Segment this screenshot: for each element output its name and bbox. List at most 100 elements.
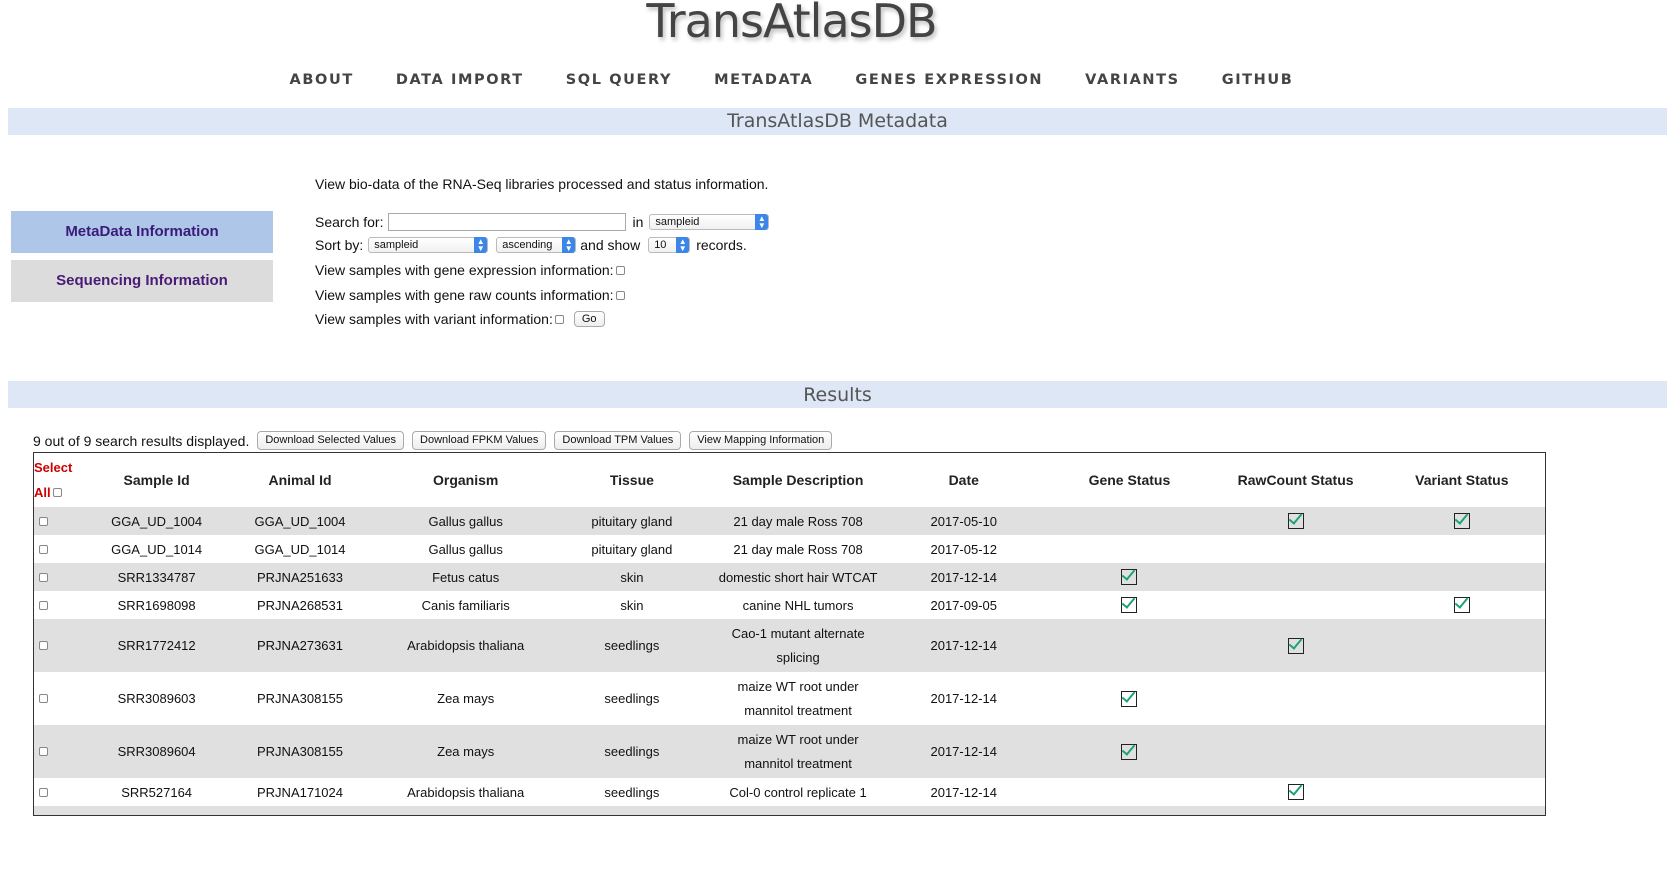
cell-gene-status	[1046, 591, 1212, 619]
cell-rawcount-status	[1212, 619, 1379, 672]
raw-counts-option: View samples with gene raw counts inform…	[315, 287, 625, 303]
row-select-cell	[34, 725, 96, 778]
cell-date: 2017-10-21	[881, 806, 1047, 815]
sort-order-select[interactable]: ascending ▲ ▼	[496, 237, 577, 253]
description-line-1: Cao-1 mutant alternate	[731, 625, 865, 641]
checkmark-icon	[1287, 638, 1304, 655]
cell-date: 2017-12-14	[930, 784, 997, 800]
col-sample-id: Sample Id	[123, 472, 190, 488]
cell-sample-id: GGA_UD_1004	[95, 507, 218, 535]
cell-sample-id: SRR527164	[121, 784, 193, 800]
checkmark-icon	[1121, 744, 1138, 761]
row-select-checkbox[interactable]	[39, 600, 48, 610]
cell-gene-status	[1046, 778, 1212, 806]
row-select-checkbox[interactable]	[39, 693, 48, 703]
sidebar-sequencing-information[interactable]: Sequencing Information	[11, 260, 273, 302]
cell-organism: Gallus gallus	[382, 507, 549, 535]
cell-organism: Zea mays	[382, 725, 549, 778]
row-select-cell	[34, 672, 96, 725]
gene-expression-checkbox[interactable]	[615, 265, 625, 275]
select-all-checkbox[interactable]	[52, 488, 62, 497]
cell-gene-status	[1046, 507, 1213, 535]
row-select-cell	[34, 806, 96, 817]
row-select-checkbox[interactable]	[39, 746, 48, 756]
table-row: SRR527164 PRJNA171024 Arabidopsis thaliana…	[34, 778, 1545, 806]
checkmark-icon	[1287, 513, 1304, 530]
row-select-checkbox[interactable]	[39, 787, 48, 797]
nav-github[interactable]: GITHUB	[1222, 72, 1294, 88]
row-select-cell	[34, 507, 96, 535]
col-tissue: Tissue	[609, 472, 654, 488]
row-select-checkbox[interactable]	[39, 816, 48, 817]
raw-counts-checkbox[interactable]	[615, 290, 625, 300]
description-line-1: maize WT root under	[737, 731, 859, 747]
download-tpm-button[interactable]: Download TPM Values	[554, 431, 682, 450]
description-line-1: Col-0 control replicate 1	[729, 784, 867, 800]
checkmark-icon	[1453, 597, 1470, 614]
row-select-checkbox[interactable]	[39, 516, 48, 526]
variant-option: View samples with variant information: G…	[315, 311, 605, 327]
table-row: SRR1698098 PRJNA268531 Canis familiaris ski…	[34, 591, 1545, 619]
cell-tissue: pituitary gland	[548, 507, 715, 535]
description-line-1: 21 day male Ross 708	[733, 541, 863, 557]
row-select-checkbox[interactable]	[39, 572, 48, 582]
sidebar-metadata-information[interactable]: MetaData Information	[11, 211, 273, 253]
search-field-select[interactable]: sampleid ▲ ▼	[649, 214, 770, 230]
cell-organism: Arabidopsis thaliana	[382, 619, 549, 672]
download-selected-button[interactable]: Download Selected Values	[257, 431, 405, 450]
cell-sample-description: canine NHL tumors	[715, 591, 881, 619]
nav-sql-query[interactable]: SQL QUERY	[566, 72, 672, 88]
cell-rawcount-status	[1212, 563, 1379, 591]
records-count-select[interactable]: 10 ▲ ▼	[648, 237, 691, 253]
checkmark-icon	[1121, 569, 1138, 586]
checkmark-icon	[1287, 784, 1304, 801]
cell-tissue: seedlings	[604, 690, 660, 706]
cell-animal-id: PRJNA268531	[257, 597, 343, 613]
cell-rawcount-status	[1212, 725, 1379, 778]
download-fpkm-button[interactable]: Download FPKM Values	[412, 431, 547, 450]
table-row: SRR1772412 PRJNA273631 Arabidopsis thalian…	[34, 619, 1545, 672]
description-line-1: maize WT root under	[737, 678, 859, 694]
cell-sample-id: SRR1698098	[117, 597, 196, 613]
cell-variant-status	[1378, 563, 1545, 591]
cell-sample-id: SRR3089603	[117, 690, 196, 706]
cell-date: 2017-09-05	[930, 597, 997, 613]
select-arrows-icon: ▲ ▼	[474, 237, 488, 253]
view-mapping-button[interactable]: View Mapping Information	[689, 431, 833, 450]
cell-gene-status	[1046, 619, 1213, 672]
cell-animal-id: PRJNA308155	[257, 690, 343, 706]
cell-gene-status	[1046, 672, 1212, 725]
cell-organism: Canis familiaris	[421, 597, 510, 613]
cell-animal-id: PRJNA308155	[217, 725, 383, 778]
description-line-2: splicing	[776, 649, 820, 665]
sort-field-select[interactable]: sampleid ▲ ▼	[368, 237, 489, 253]
nav-metadata[interactable]: METADATA	[714, 72, 813, 88]
cell-variant-status	[1379, 591, 1545, 619]
go-button[interactable]: Go	[573, 311, 605, 327]
cell-sample-id: SRR5409491	[95, 806, 218, 815]
cell-tissue: skin	[620, 597, 644, 613]
search-input[interactable]	[388, 213, 627, 231]
nav-about[interactable]: ABOUT	[290, 72, 354, 88]
cell-sample-description: 21 day male Ross 708	[715, 535, 881, 563]
cell-animal-id: PRJNA171024	[257, 784, 343, 800]
records-count-value: 10	[654, 239, 667, 251]
variant-checkbox[interactable]	[554, 314, 564, 324]
row-select-checkbox[interactable]	[39, 544, 48, 554]
row-select-checkbox[interactable]	[39, 640, 48, 650]
cell-sample-id: SRR1772412	[95, 619, 218, 672]
nav-data-import[interactable]: DATA IMPORT	[396, 72, 524, 88]
table-row: SRR1334787 PRJNA251633 Fetus catus skin dome…	[34, 563, 1545, 591]
checkmark-icon	[1453, 513, 1470, 530]
cell-rawcount-status	[1213, 672, 1379, 725]
cell-gene-status	[1046, 535, 1212, 563]
cell-animal-id: PRJNA273631	[217, 619, 383, 672]
cell-organism: Cricetulus griseus	[382, 806, 549, 815]
col-animal-id: Animal Id	[268, 472, 332, 488]
cell-sample-id: GGA_UD_1014	[111, 541, 203, 557]
nav-genes-expression[interactable]: GENES EXPRESSION	[855, 72, 1043, 88]
cell-sample-description: maize WT root under mannitol treatment	[714, 725, 882, 778]
table-row: GGA_UD_1014 GGA_UD_1014 Gallus gallus pitui…	[34, 535, 1545, 563]
nav-variants[interactable]: VARIANTS	[1085, 72, 1180, 88]
cell-date: 2017-12-14	[881, 619, 1047, 672]
